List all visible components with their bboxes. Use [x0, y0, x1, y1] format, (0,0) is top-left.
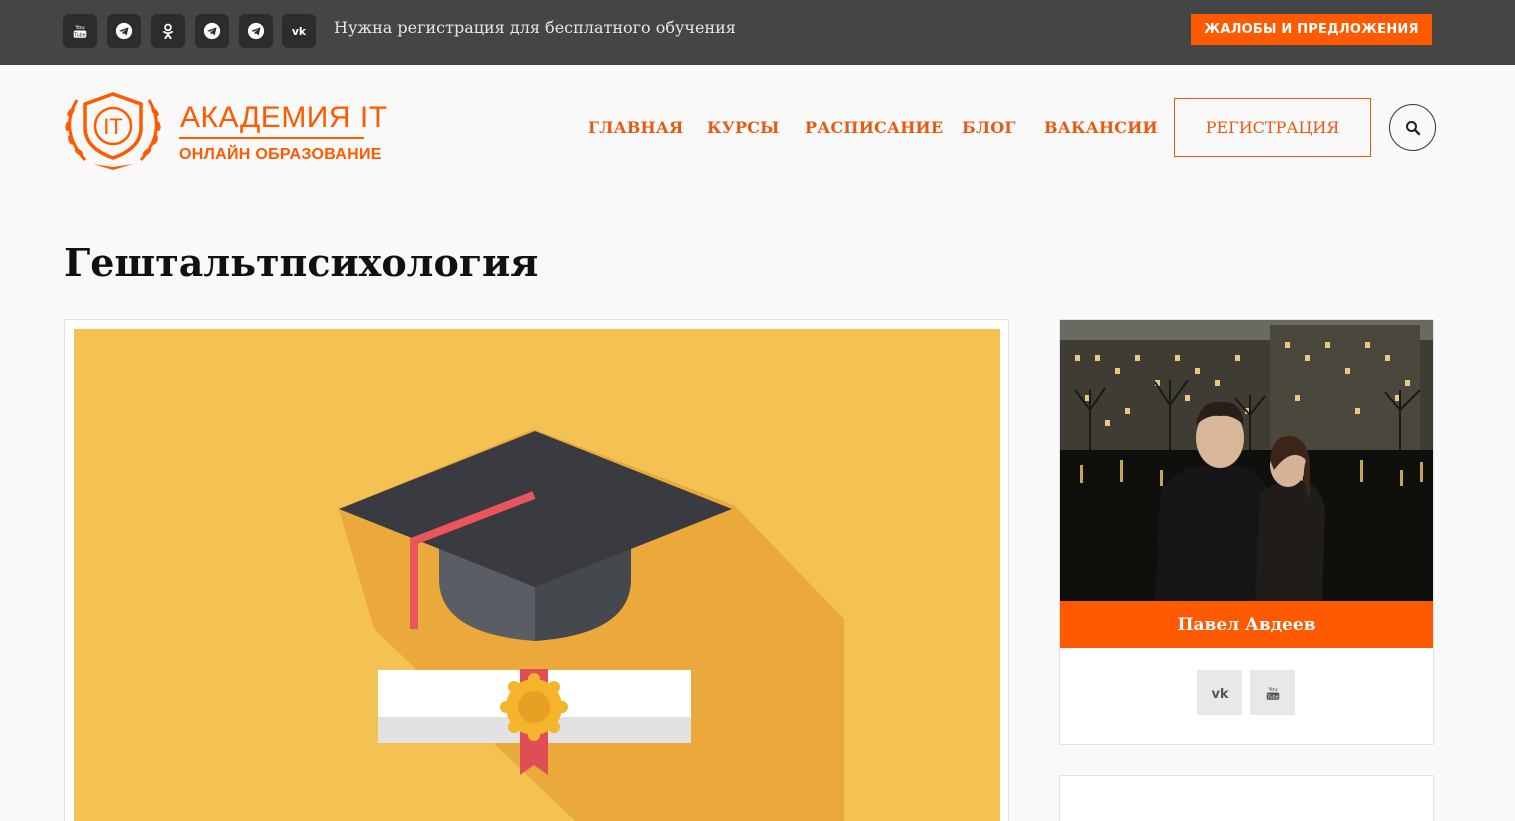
- telegram-link-3[interactable]: [239, 14, 273, 48]
- vk-link[interactable]: vk: [282, 14, 316, 48]
- telegram-icon: [247, 22, 265, 40]
- author-card: Павел Авдеев vk You Tube: [1059, 319, 1434, 745]
- svg-text:Tube: Tube: [1266, 694, 1279, 700]
- nav-home[interactable]: ГЛАВНАЯ: [588, 118, 683, 137]
- logo-divider: [179, 137, 364, 139]
- telegram-link[interactable]: [107, 14, 141, 48]
- svg-text:You: You: [1267, 687, 1277, 693]
- author-name[interactable]: Павел Авдеев: [1060, 601, 1433, 648]
- svg-text:IT: IT: [103, 114, 123, 139]
- article-card: [64, 319, 1009, 821]
- odnoklassniki-icon: [163, 23, 173, 40]
- logo-title[interactable]: АКАДЕМИЯ IT: [180, 101, 388, 135]
- search-button[interactable]: [1389, 104, 1436, 151]
- nav-vacancies[interactable]: ВАКАНСИИ: [1044, 118, 1158, 137]
- odnoklassniki-link[interactable]: [151, 14, 185, 48]
- register-button[interactable]: РЕГИСТРАЦИЯ: [1174, 98, 1371, 157]
- author-photo: [1060, 320, 1433, 601]
- graduation-illustration: [339, 429, 844, 821]
- telegram-link-2[interactable]: [195, 14, 229, 48]
- svg-text:vk: vk: [292, 25, 307, 38]
- logo-subtitle: ОНЛАЙН ОБРАЗОВАНИЕ: [179, 146, 382, 163]
- author-youtube-link[interactable]: You Tube: [1250, 670, 1295, 715]
- nav-schedule[interactable]: РАСПИСАНИЕ: [805, 118, 943, 137]
- svg-text:You: You: [74, 25, 84, 31]
- registration-notice: Нужна регистрация для бесплатного обучен…: [334, 18, 736, 37]
- vk-icon: vk: [1211, 687, 1228, 700]
- top-bar: You Tube vk Нужна регистрация для беспла…: [0, 0, 1515, 65]
- author-vk-link[interactable]: vk: [1197, 670, 1242, 715]
- search-icon: [1405, 120, 1420, 135]
- svg-text:vk: vk: [1211, 687, 1228, 700]
- page-title: Гештальтпсихология: [64, 240, 539, 285]
- academy-logo-icon[interactable]: IT: [63, 86, 163, 172]
- article-image[interactable]: [74, 329, 1000, 821]
- telegram-icon: [115, 22, 133, 40]
- youtube-icon: You Tube: [1266, 687, 1279, 700]
- complaints-button[interactable]: ЖАЛОБЫ И ПРЕДЛОЖЕНИЯ: [1191, 14, 1432, 45]
- vk-icon: vk: [292, 25, 307, 38]
- nav-blog[interactable]: БЛОГ: [962, 118, 1016, 137]
- sidebar-widget: [1059, 775, 1434, 821]
- nav-courses[interactable]: КУРСЫ: [707, 118, 780, 137]
- svg-text:Tube: Tube: [73, 32, 86, 38]
- youtube-link[interactable]: You Tube: [63, 14, 97, 48]
- telegram-icon: [203, 22, 221, 40]
- youtube-icon: You Tube: [73, 25, 87, 38]
